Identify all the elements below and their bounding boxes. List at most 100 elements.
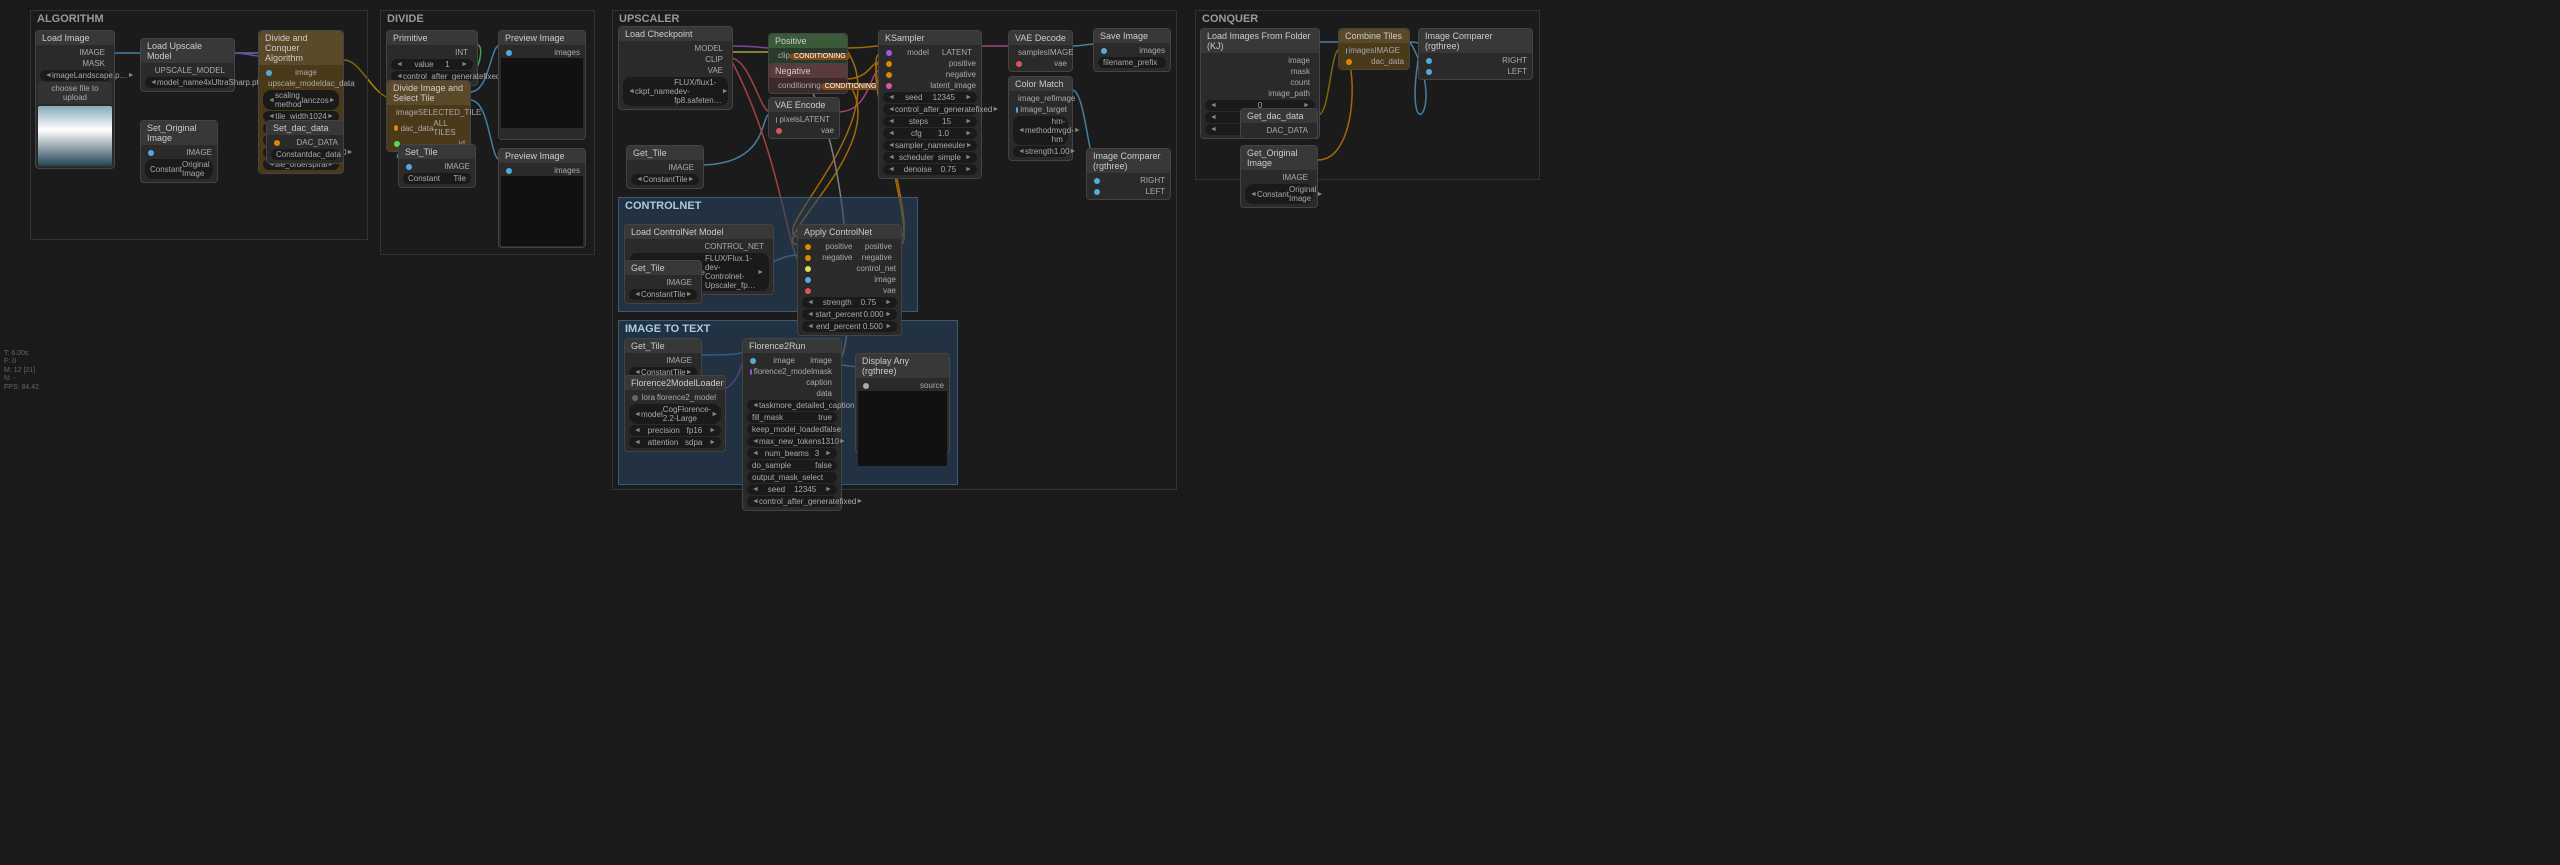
w1[interactable]: ◄strength0.75► <box>802 297 897 308</box>
node-combine-tiles[interactable]: Combine Tiles imagesIMAGE dac_data <box>1338 28 1410 70</box>
node-display-any[interactable]: Display Any (rgthree) source <box>855 353 950 453</box>
in1[interactable] <box>886 50 892 56</box>
w3[interactable]: keep_model_loadedfalse <box>747 424 837 435</box>
in2[interactable] <box>886 61 892 67</box>
w6[interactable]: ◄schedulersimple► <box>883 152 977 163</box>
in2[interactable] <box>1094 189 1100 195</box>
w2[interactable]: ◄precisionfp16► <box>629 425 721 436</box>
w5[interactable]: ◄sampler_nameeuler► <box>883 140 977 151</box>
in[interactable] <box>506 50 512 56</box>
in2[interactable] <box>805 255 811 261</box>
node-get-tile2[interactable]: Get_Tile IMAGE ◄ConstantTile► <box>624 260 702 304</box>
node-load-image[interactable]: Load Image IMAGE MASK ◄imageLandscape.p…… <box>35 30 115 169</box>
widget-image-select[interactable]: ◄imageLandscape.p…► <box>40 70 110 81</box>
in1[interactable] <box>1094 178 1100 184</box>
w3[interactable]: ◄end_percent0.500► <box>802 321 897 332</box>
l: method <box>1025 126 1052 135</box>
node-vae-decode[interactable]: VAE Decode samplesIMAGE vae <box>1008 30 1073 72</box>
w1[interactable]: ◄modelCogFlorence-2.2-Large► <box>629 404 721 424</box>
node-negative[interactable]: Negative conditioningCONDITIONING <box>768 63 848 94</box>
w2[interactable]: ◄control_after_generatefixed► <box>883 104 977 115</box>
node-primitive[interactable]: Primitive INT ◄value1► ◄control_after_ge… <box>386 30 478 86</box>
l: images <box>554 48 580 57</box>
btn-choose-file[interactable]: choose file to upload <box>38 82 112 104</box>
w7[interactable]: ◄denoise0.75► <box>883 164 977 175</box>
in1[interactable] <box>776 117 777 123</box>
w6[interactable]: do_samplefalse <box>747 460 837 471</box>
w1[interactable]: ◄methodhm-mvgd-hm► <box>1013 116 1068 145</box>
in[interactable] <box>506 168 512 174</box>
in-img[interactable] <box>266 70 272 76</box>
w[interactable]: ◄ckpt_nameFLUX/flux1-dev-fp8.safeten…► <box>623 77 728 106</box>
node-get-original[interactable]: Get_Original Image IMAGE ◄ConstantOrigin… <box>1240 145 1318 208</box>
in[interactable] <box>863 383 869 389</box>
node-load-upscale[interactable]: Load Upscale Model UPSCALE_MODEL ◄model_… <box>140 38 235 92</box>
in2[interactable] <box>1426 69 1432 75</box>
in4[interactable] <box>805 277 811 283</box>
node-set-dac[interactable]: Set_dac_data DAC_DATA Constantdac_data <box>266 120 344 164</box>
in1[interactable] <box>750 358 756 364</box>
w1[interactable]: ◄scaling methodlanczos► <box>263 90 339 110</box>
node-florence-loader[interactable]: Florence2ModelLoader loraflorence2_model… <box>624 375 726 452</box>
w3[interactable]: ◄attentionsdpa► <box>629 437 721 448</box>
w[interactable]: ConstantOriginal Image <box>145 159 213 179</box>
w7[interactable]: output_mask_select <box>747 472 837 483</box>
in2[interactable] <box>1016 107 1018 113</box>
w2[interactable]: ◄start_percent0.000► <box>802 309 897 320</box>
w[interactable]: ◄ConstantOriginal Image► <box>1245 184 1313 204</box>
w3[interactable]: ◄steps15► <box>883 116 977 127</box>
in1[interactable] <box>805 244 811 250</box>
in2[interactable] <box>750 369 752 375</box>
in[interactable] <box>632 395 638 401</box>
w9[interactable]: ◄control_after_generatefixed► <box>747 496 837 507</box>
in[interactable] <box>274 140 280 146</box>
node-image-comparer2[interactable]: Image Comparer (rgthree) RIGHT LEFT <box>1418 28 1533 80</box>
w[interactable]: ◄ConstantTile► <box>629 289 697 300</box>
w4[interactable]: ◄max_new_tokens1310► <box>747 436 837 447</box>
w[interactable]: filename_prefix <box>1098 57 1166 68</box>
node-load-checkpoint[interactable]: Load Checkpoint MODEL CLIP VAE ◄ckpt_nam… <box>618 26 733 110</box>
node-apply-controlnet[interactable]: Apply ControlNet positivepositive negati… <box>797 224 902 336</box>
in[interactable] <box>148 150 154 156</box>
node-divide-select[interactable]: Divide Image and Select Tile imageSELECT… <box>386 80 471 152</box>
w2[interactable]: fill_masktrue <box>747 412 837 423</box>
node-florence-run[interactable]: Florence2Run imageimage florence2_modelm… <box>742 338 842 511</box>
w[interactable]: ConstantTile <box>403 173 471 184</box>
w2[interactable]: ◄strength1.00► <box>1013 146 1068 157</box>
w[interactable]: ◄ConstantTile► <box>631 174 699 185</box>
in2[interactable] <box>394 125 398 131</box>
group-algorithm-title: ALGORITHM <box>37 13 104 25</box>
node-get-dac[interactable]: Get_dac_data DAC_DATA <box>1240 108 1318 139</box>
node-ksampler[interactable]: KSampler modelLATENT positive negative l… <box>878 30 982 179</box>
in2[interactable] <box>1016 61 1022 67</box>
node-preview1[interactable]: Preview Image images <box>498 30 586 140</box>
node-set-tile[interactable]: Set_Tile IMAGE ConstantTile <box>398 144 476 188</box>
node-set-original[interactable]: Set_Original Image IMAGE ConstantOrigina… <box>140 120 218 183</box>
w1[interactable]: ◄seed12345► <box>883 92 977 103</box>
w1[interactable]: ◄value1► <box>391 59 473 70</box>
node-preview2[interactable]: Preview Image images <box>498 148 586 248</box>
v: 0.500 <box>863 322 883 331</box>
node-color-match[interactable]: Color Match image_refimage image_target … <box>1008 76 1073 161</box>
node-image-comparer[interactable]: Image Comparer (rgthree) RIGHT LEFT <box>1086 148 1171 200</box>
in[interactable] <box>406 164 412 170</box>
in2[interactable] <box>1346 59 1352 65</box>
w5[interactable]: ◄num_beams3► <box>747 448 837 459</box>
in3[interactable] <box>805 266 811 272</box>
o: CONDITIONING <box>821 83 881 90</box>
w1[interactable]: ◄taskmore_detailed_caption► <box>747 400 837 411</box>
in2[interactable] <box>776 128 782 134</box>
in3[interactable] <box>886 72 892 78</box>
widget-model[interactable]: ◄model_name4xUltraSharp.pth► <box>145 77 230 88</box>
w4[interactable]: ◄cfg1.0► <box>883 128 977 139</box>
w8[interactable]: ◄seed12345► <box>747 484 837 495</box>
group-image-to-text-title: IMAGE TO TEXT <box>625 323 710 335</box>
in1[interactable] <box>1426 58 1432 64</box>
in4[interactable] <box>886 83 892 89</box>
node-vae-encode[interactable]: VAE Encode pixelsLATENT vae <box>768 97 840 139</box>
node-get-tile1[interactable]: Get_Tile IMAGE ◄ConstantTile► <box>626 145 704 189</box>
node-save-image[interactable]: Save Image images filename_prefix <box>1093 28 1171 72</box>
w[interactable]: Constantdac_data <box>271 149 339 160</box>
in[interactable] <box>1101 48 1107 54</box>
in5[interactable] <box>805 288 811 294</box>
